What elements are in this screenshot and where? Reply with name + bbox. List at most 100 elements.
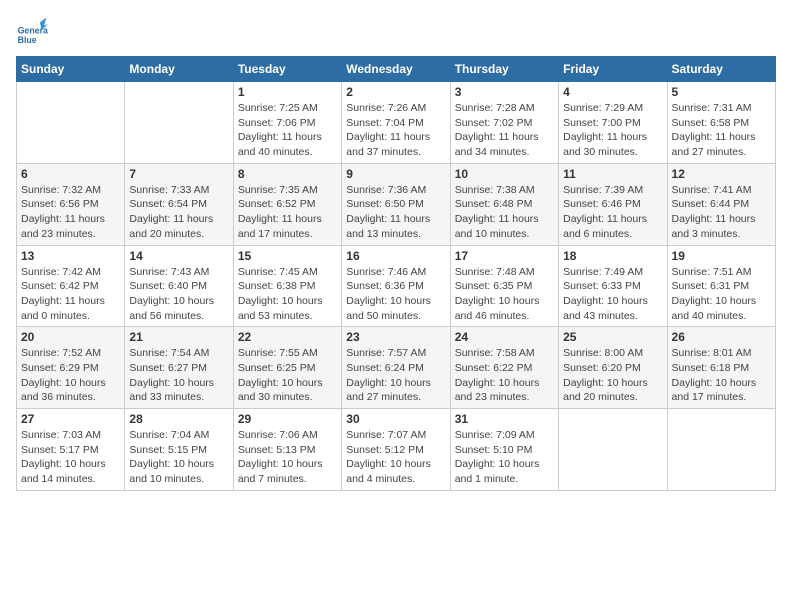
day-info: Sunrise: 7:03 AM Sunset: 5:17 PM Dayligh… [21,428,120,487]
page-header: General Blue [16,16,776,48]
day-number: 16 [346,249,445,263]
logo-icon: General Blue [16,16,48,48]
day-info: Sunrise: 7:54 AM Sunset: 6:27 PM Dayligh… [129,346,228,405]
day-info: Sunrise: 7:41 AM Sunset: 6:44 PM Dayligh… [672,183,771,242]
day-number: 5 [672,85,771,99]
day-number: 23 [346,330,445,344]
day-info: Sunrise: 7:35 AM Sunset: 6:52 PM Dayligh… [238,183,337,242]
day-info: Sunrise: 7:43 AM Sunset: 6:40 PM Dayligh… [129,265,228,324]
day-number: 11 [563,167,662,181]
calendar-week-row: 13 Sunrise: 7:42 AM Sunset: 6:42 PM Dayli… [17,245,776,327]
calendar-cell [125,82,233,164]
day-number: 22 [238,330,337,344]
calendar-cell: 19Sunrise: 7:51 AM Sunset: 6:31 PM Dayli… [667,245,775,327]
day-info: Sunrise: 7:48 AM Sunset: 6:35 PM Dayligh… [455,265,554,324]
day-number: 13 [21,249,120,263]
calendar-cell: 18Sunrise: 7:49 AM Sunset: 6:33 PM Dayli… [559,245,667,327]
day-number: 30 [346,412,445,426]
calendar-cell: 1 Sunrise: 7:25 AM Sunset: 7:06 PM Daylig… [233,82,341,164]
day-info: Sunrise: 8:00 AM Sunset: 6:20 PM Dayligh… [563,346,662,405]
day-number: 21 [129,330,228,344]
calendar-week-row: 1 Sunrise: 7:25 AM Sunset: 7:06 PM Daylig… [17,82,776,164]
weekday-header: Monday [125,57,233,82]
day-info: Sunrise: 7:25 AM Sunset: 7:06 PM Dayligh… [238,101,337,160]
day-number: 15 [238,249,337,263]
day-number: 10 [455,167,554,181]
weekday-header: Wednesday [342,57,450,82]
day-info: Sunrise: 7:09 AM Sunset: 5:10 PM Dayligh… [455,428,554,487]
calendar-cell: 9 Sunrise: 7:36 AM Sunset: 6:50 PM Daylig… [342,163,450,245]
calendar-cell: 30 Sunrise: 7:07 AM Sunset: 5:12 PM Dayli… [342,409,450,491]
calendar-cell: 28 Sunrise: 7:04 AM Sunset: 5:15 PM Dayli… [125,409,233,491]
calendar-cell: 25Sunrise: 8:00 AM Sunset: 6:20 PM Dayli… [559,327,667,409]
day-number: 27 [21,412,120,426]
day-info: Sunrise: 7:46 AM Sunset: 6:36 PM Dayligh… [346,265,445,324]
calendar-cell: 11 Sunrise: 7:39 AM Sunset: 6:46 PM Dayli… [559,163,667,245]
weekday-header: Tuesday [233,57,341,82]
calendar-cell: 16 Sunrise: 7:46 AM Sunset: 6:36 PM Dayli… [342,245,450,327]
calendar-cell: 8 Sunrise: 7:35 AM Sunset: 6:52 PM Daylig… [233,163,341,245]
day-info: Sunrise: 7:38 AM Sunset: 6:48 PM Dayligh… [455,183,554,242]
calendar-cell: 10 Sunrise: 7:38 AM Sunset: 6:48 PM Dayli… [450,163,558,245]
day-info: Sunrise: 7:06 AM Sunset: 5:13 PM Dayligh… [238,428,337,487]
calendar-cell [667,409,775,491]
calendar-cell: 13 Sunrise: 7:42 AM Sunset: 6:42 PM Dayli… [17,245,125,327]
calendar-cell: 14Sunrise: 7:43 AM Sunset: 6:40 PM Dayli… [125,245,233,327]
calendar-week-row: 6Sunrise: 7:32 AM Sunset: 6:56 PM Daylig… [17,163,776,245]
calendar-header-row: SundayMondayTuesdayWednesdayThursdayFrid… [17,57,776,82]
day-info: Sunrise: 7:58 AM Sunset: 6:22 PM Dayligh… [455,346,554,405]
calendar-cell: 12 Sunrise: 7:41 AM Sunset: 6:44 PM Dayli… [667,163,775,245]
svg-text:Blue: Blue [18,35,37,45]
day-number: 24 [455,330,554,344]
calendar-table: SundayMondayTuesdayWednesdayThursdayFrid… [16,56,776,491]
calendar-cell: 6Sunrise: 7:32 AM Sunset: 6:56 PM Daylig… [17,163,125,245]
logo: General Blue [16,16,52,48]
day-number: 28 [129,412,228,426]
calendar-cell [17,82,125,164]
day-info: Sunrise: 7:36 AM Sunset: 6:50 PM Dayligh… [346,183,445,242]
calendar-cell: 31 Sunrise: 7:09 AM Sunset: 5:10 PM Dayli… [450,409,558,491]
calendar-cell: 3 Sunrise: 7:28 AM Sunset: 7:02 PM Daylig… [450,82,558,164]
day-info: Sunrise: 7:42 AM Sunset: 6:42 PM Dayligh… [21,265,120,324]
day-number: 8 [238,167,337,181]
calendar-cell: 5 Sunrise: 7:31 AM Sunset: 6:58 PM Daylig… [667,82,775,164]
day-info: Sunrise: 7:45 AM Sunset: 6:38 PM Dayligh… [238,265,337,324]
calendar-week-row: 27 Sunrise: 7:03 AM Sunset: 5:17 PM Dayli… [17,409,776,491]
day-info: Sunrise: 7:07 AM Sunset: 5:12 PM Dayligh… [346,428,445,487]
day-number: 4 [563,85,662,99]
calendar-cell: 20Sunrise: 7:52 AM Sunset: 6:29 PM Dayli… [17,327,125,409]
day-number: 2 [346,85,445,99]
day-number: 1 [238,85,337,99]
day-info: Sunrise: 8:01 AM Sunset: 6:18 PM Dayligh… [672,346,771,405]
day-info: Sunrise: 7:49 AM Sunset: 6:33 PM Dayligh… [563,265,662,324]
day-info: Sunrise: 7:57 AM Sunset: 6:24 PM Dayligh… [346,346,445,405]
day-number: 31 [455,412,554,426]
day-number: 26 [672,330,771,344]
calendar-week-row: 20Sunrise: 7:52 AM Sunset: 6:29 PM Dayli… [17,327,776,409]
day-info: Sunrise: 7:26 AM Sunset: 7:04 PM Dayligh… [346,101,445,160]
day-info: Sunrise: 7:55 AM Sunset: 6:25 PM Dayligh… [238,346,337,405]
calendar-cell: 24 Sunrise: 7:58 AM Sunset: 6:22 PM Dayli… [450,327,558,409]
day-number: 29 [238,412,337,426]
weekday-header: Sunday [17,57,125,82]
calendar-cell: 26 Sunrise: 8:01 AM Sunset: 6:18 PM Dayli… [667,327,775,409]
day-number: 20 [21,330,120,344]
day-number: 12 [672,167,771,181]
calendar-cell: 21 Sunrise: 7:54 AM Sunset: 6:27 PM Dayli… [125,327,233,409]
day-info: Sunrise: 7:32 AM Sunset: 6:56 PM Dayligh… [21,183,120,242]
day-info: Sunrise: 7:33 AM Sunset: 6:54 PM Dayligh… [129,183,228,242]
day-info: Sunrise: 7:39 AM Sunset: 6:46 PM Dayligh… [563,183,662,242]
day-info: Sunrise: 7:04 AM Sunset: 5:15 PM Dayligh… [129,428,228,487]
calendar-cell: 7Sunrise: 7:33 AM Sunset: 6:54 PM Daylig… [125,163,233,245]
calendar-cell: 27 Sunrise: 7:03 AM Sunset: 5:17 PM Dayli… [17,409,125,491]
calendar-cell: 22 Sunrise: 7:55 AM Sunset: 6:25 PM Dayli… [233,327,341,409]
day-info: Sunrise: 7:51 AM Sunset: 6:31 PM Dayligh… [672,265,771,324]
day-info: Sunrise: 7:31 AM Sunset: 6:58 PM Dayligh… [672,101,771,160]
day-number: 17 [455,249,554,263]
day-number: 3 [455,85,554,99]
day-info: Sunrise: 7:28 AM Sunset: 7:02 PM Dayligh… [455,101,554,160]
calendar-cell: 15 Sunrise: 7:45 AM Sunset: 6:38 PM Dayli… [233,245,341,327]
weekday-header: Thursday [450,57,558,82]
day-number: 9 [346,167,445,181]
calendar-cell [559,409,667,491]
